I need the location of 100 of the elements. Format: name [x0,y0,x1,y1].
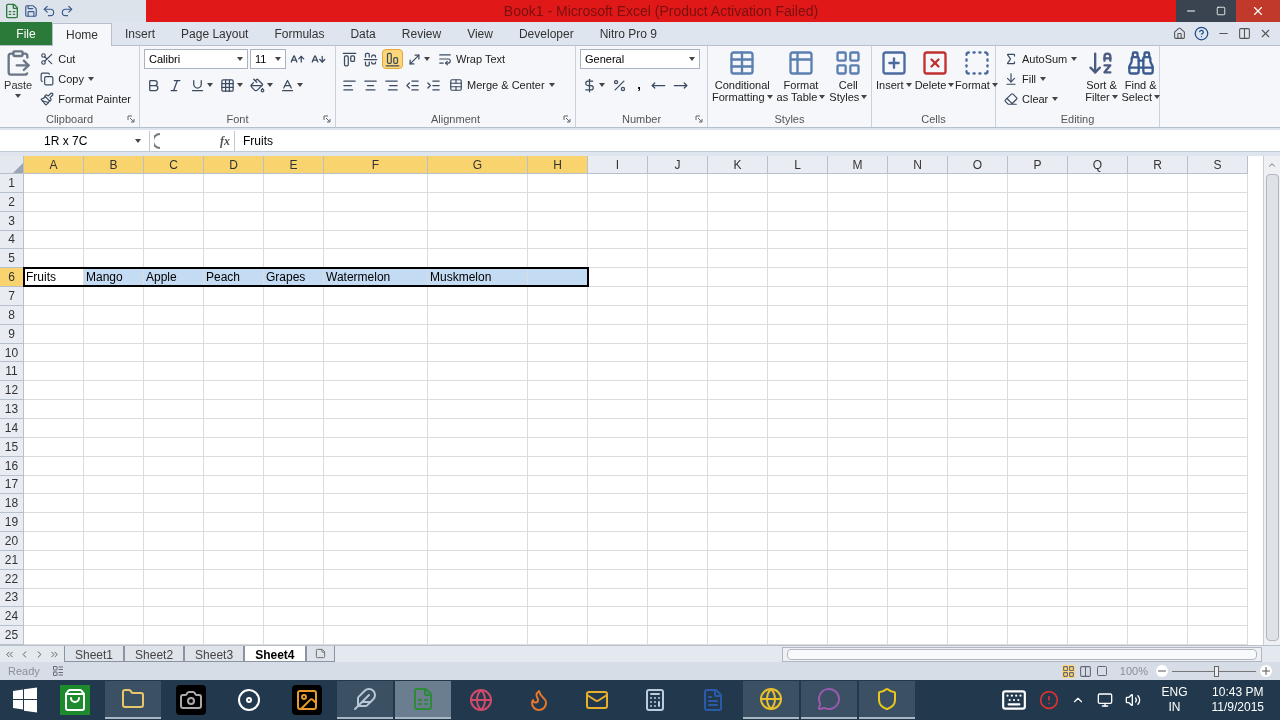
font-name-dropdown[interactable]: Calibri [144,49,248,69]
close-icon[interactable] [1259,27,1272,40]
ribbon-tab[interactable]: Home [52,23,112,46]
row-header[interactable]: 5 [0,249,24,269]
ribbon-button[interactable]: Find & Select [1121,49,1160,111]
launcher-icon[interactable] [563,115,571,123]
ribbon-button[interactable]: Conditional Formatting [712,49,773,111]
column-header[interactable]: J [648,156,708,174]
ribbon-button[interactable]: Insert [876,49,912,111]
sheet-tab[interactable]: Sheet3 [184,646,245,662]
zoom-in-icon[interactable] [1260,665,1272,677]
language-indicator[interactable]: ENG [1161,685,1188,700]
keyboard-icon[interactable] [1001,687,1028,713]
vertical-scrollbar[interactable] [1263,156,1280,645]
taskbar-button[interactable] [105,681,161,719]
ribbon-button[interactable]: Format Painter [36,89,135,109]
font-size-dropdown[interactable]: 11 [250,49,286,69]
scrollbar-thumb[interactable] [787,648,1257,660]
ribbon-tab[interactable]: Page Layout [168,22,262,45]
zoom-slider[interactable] [1172,665,1256,677]
launcher-icon[interactable] [323,115,331,123]
scrollbar-thumb[interactable] [1265,174,1279,641]
sheet-tab[interactable]: Sheet1 [64,646,125,662]
column-header[interactable]: E [264,156,324,174]
insert-sheet-button[interactable] [305,646,335,662]
file-tab[interactable]: File [0,22,52,45]
ribbon-button[interactable]: Cell Styles [829,49,868,111]
name-box[interactable]: 1R x 7C [0,130,150,151]
row-header[interactable]: 1 [0,174,24,193]
sheet-tab[interactable]: Sheet2 [124,646,185,662]
column-header[interactable]: N [888,156,948,174]
clock-date[interactable]: 11/9/2015 [1211,700,1264,715]
horizontal-scrollbar[interactable] [782,646,1262,662]
ribbon-button[interactable]: AutoSum [1000,49,1082,69]
column-header[interactable]: Q [1068,156,1128,174]
launcher-icon[interactable] [695,115,703,123]
column-header[interactable]: P [1008,156,1068,174]
insert-function-button[interactable]: fx [216,131,234,150]
row-header[interactable]: 11 [0,362,24,382]
taskbar-button[interactable] [859,681,915,719]
sheet-tab[interactable]: Sheet4 [244,646,306,662]
column-header[interactable]: D [204,156,264,174]
alert-icon[interactable] [1039,690,1060,710]
column-header[interactable]: A [24,156,84,174]
ribbon-tab[interactable]: Formulas [261,22,338,45]
row-header[interactable]: 18 [0,494,24,514]
home-icon[interactable] [1173,27,1186,40]
ribbon-button[interactable]: Merge & Center [445,75,559,95]
column-header[interactable]: K [708,156,768,174]
launcher-icon[interactable] [127,115,135,123]
clock-time[interactable]: 10:43 PM [1212,685,1264,700]
column-header[interactable]: L [768,156,828,174]
row-header[interactable]: 20 [0,532,24,551]
column-header[interactable]: R [1128,156,1188,174]
help-icon[interactable] [1194,26,1209,41]
ribbon-button[interactable]: Fill [1000,69,1082,89]
ribbon-button[interactable]: Cut [36,49,135,69]
macro-record-icon[interactable] [51,665,64,677]
column-header[interactable]: I [588,156,648,174]
ribbon-button[interactable]: Wrap Text [434,49,510,69]
ribbon-tab[interactable]: Nitro Pro 9 [586,22,670,45]
column-header[interactable]: B [84,156,144,174]
scroll-up-icon[interactable] [1267,160,1277,170]
paste-button[interactable]: Paste [4,49,33,111]
column-header[interactable]: F [324,156,428,174]
number-format-dropdown[interactable]: General [580,49,700,69]
zoom-out-icon[interactable] [1156,665,1168,677]
column-header[interactable]: H [528,156,588,174]
ribbon-button[interactable]: Clear [1000,89,1082,109]
undo-icon[interactable] [42,4,56,18]
page-layout-view-icon[interactable] [1078,664,1092,678]
column-header[interactable]: G [428,156,528,174]
ribbon-button[interactable]: Sort & Filter [1085,49,1118,111]
region-indicator[interactable]: IN [1168,700,1181,715]
column-header[interactable]: O [948,156,1008,174]
page-break-view-icon[interactable] [1095,665,1108,677]
restore-icon[interactable] [1238,27,1251,40]
redo-icon[interactable] [60,4,74,18]
ribbon-tab[interactable]: Insert [112,22,169,45]
bottom-align-button[interactable] [382,49,403,69]
ribbon-tab[interactable]: View [454,22,506,45]
start-button[interactable] [12,687,38,713]
save-icon[interactable] [24,4,38,18]
column-header[interactable]: C [144,156,204,174]
ribbon-button[interactable]: Delete [915,49,954,111]
network-icon[interactable] [1097,692,1114,708]
ribbon-button[interactable]: Format [957,49,996,111]
ribbon-tab[interactable]: Review [388,22,455,45]
comma-style-button[interactable]: , [632,75,646,95]
row-header[interactable]: 24 [0,607,24,627]
column-header[interactable]: M [828,156,888,174]
ribbon-tab[interactable]: Developer [505,22,587,45]
normal-view-icon[interactable] [1061,664,1075,678]
row-header[interactable]: 25 [0,626,24,645]
row-header[interactable]: 7 [0,287,24,306]
volume-icon[interactable] [1125,692,1142,708]
ribbon-tab[interactable]: Data [337,22,389,45]
zoom-slider-thumb[interactable] [1213,665,1219,677]
column-header[interactable]: S [1188,156,1248,174]
row-header[interactable]: 19 [0,513,24,533]
